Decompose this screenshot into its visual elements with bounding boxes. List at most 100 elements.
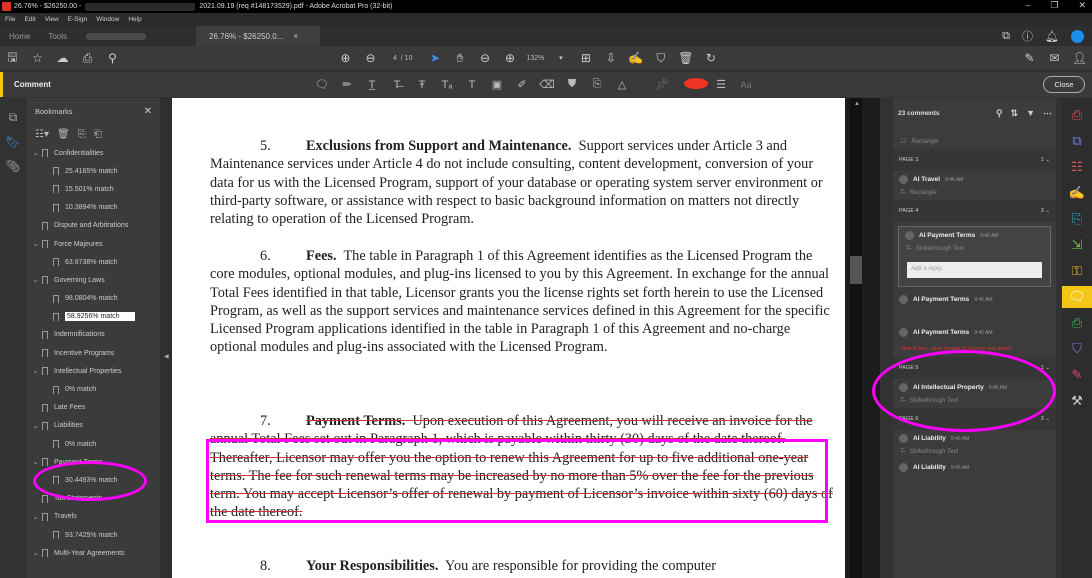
- comment-card[interactable]: AI Liability 9:46 AM T̶ Strikethrough Text: [893, 430, 1056, 459]
- fill-sign-icon[interactable]: ✍: [623, 51, 648, 65]
- replace-text-icon[interactable]: Ŧ: [410, 79, 434, 91]
- tab-home[interactable]: Home: [0, 26, 39, 46]
- comment-card[interactable]: AI Payment Terms 9:46 AM T̶ Strikethrough T…: [898, 226, 1051, 287]
- zoom-in-icon[interactable]: ⊕: [497, 51, 522, 65]
- comment-card[interactable]: AI Payment Terms 9:46 AM Text in box, upon…: [893, 324, 1056, 357]
- bookmark-item[interactable]: 10.3894% match: [27, 199, 160, 217]
- add-text-icon[interactable]: T: [460, 79, 484, 91]
- bookmark-item[interactable]: Indemnifications: [27, 326, 160, 344]
- redact-icon[interactable]: ✎: [1062, 364, 1092, 386]
- highlight-icon[interactable]: ✏: [335, 78, 359, 91]
- pencil-icon[interactable]: ✐: [510, 78, 534, 91]
- stamp-tool-icon[interactable]: ⛉: [648, 51, 673, 66]
- shapes-icon[interactable]: △: [610, 78, 634, 91]
- fill-sign-icon[interactable]: ✍: [1062, 182, 1092, 204]
- close-comment-button[interactable]: Close: [1043, 76, 1085, 93]
- menu-edit[interactable]: Edit: [24, 16, 35, 23]
- menu-file[interactable]: File: [5, 16, 15, 23]
- comment-card[interactable]: AI Payment Terms 9:46 AM ·: [893, 291, 1056, 324]
- bookmark-item[interactable]: Incentive Programs: [27, 344, 160, 362]
- strikethrough-text-icon[interactable]: T̶: [385, 79, 409, 91]
- close-window-button[interactable]: ✕: [1078, 0, 1086, 11]
- bookmarks-icon[interactable]: 🔖︎: [5, 135, 20, 149]
- eraser-icon[interactable]: ⌫: [535, 78, 559, 91]
- bookmark-item[interactable]: ⌄ Liabilities: [27, 417, 160, 435]
- close-bookmarks-icon[interactable]: ✕: [144, 106, 152, 117]
- sort-icon[interactable]: ⇅: [1011, 108, 1019, 119]
- search-comments-icon[interactable]: ⚲: [996, 108, 1003, 119]
- next-page-icon[interactable]: ⊖: [358, 51, 383, 65]
- comment-icon[interactable]: 🗨︎: [1062, 286, 1092, 308]
- page-section-header[interactable]: PAGE 6 3 ⌄: [893, 408, 1056, 430]
- menu-esign[interactable]: E-Sign: [68, 16, 88, 23]
- scroll-mode-icon[interactable]: ⇩: [598, 51, 623, 65]
- bookmark-item[interactable]: 98.0804% match: [27, 290, 160, 308]
- scroll-up-icon[interactable]: ▲: [854, 101, 860, 107]
- bookmark-item[interactable]: ⌄ Travels: [27, 508, 160, 526]
- stamp-icon[interactable]: ⛊: [560, 78, 584, 91]
- zoom-out-icon[interactable]: ⊖: [472, 51, 497, 65]
- page-section-header[interactable]: PAGE 5 1 ⌄: [893, 357, 1056, 379]
- more-options-icon[interactable]: ⋯: [1043, 108, 1052, 119]
- save-icon[interactable]: 🖫︎: [0, 48, 25, 69]
- menu-window[interactable]: Window: [96, 16, 119, 23]
- comment-card[interactable]: AI Travel 9:46 AM T̶ Rectangle: [893, 171, 1056, 200]
- attachments-icon[interactable]: 📎︎: [5, 159, 20, 173]
- email-icon[interactable]: ✉: [1042, 51, 1067, 65]
- page-section-header[interactable]: PAGE 4 3 ⌄: [893, 200, 1056, 222]
- bookmark-options-icon[interactable]: ☷▾: [35, 129, 49, 140]
- page-thumbnails-icon[interactable]: ⧉: [9, 110, 18, 125]
- request-signature-icon[interactable]: ⚿: [1062, 260, 1092, 282]
- expand-chevron-icon[interactable]: ⌄: [31, 276, 40, 284]
- rotate-icon[interactable]: ↻: [698, 51, 723, 65]
- compress-icon[interactable]: ⇲: [1062, 234, 1092, 256]
- bookmark-item[interactable]: ⌄ Force Majeures: [27, 235, 160, 253]
- create-pdf-icon[interactable]: ⧉: [1062, 130, 1092, 152]
- sticky-note-icon[interactable]: 🗨︎: [310, 78, 334, 91]
- reply-input[interactable]: Add a reply...: [907, 262, 1042, 278]
- expand-chevron-icon[interactable]: ⌄: [31, 367, 40, 375]
- bookmark-item[interactable]: Late Fees: [27, 399, 160, 417]
- pin-icon[interactable]: 📌︎: [650, 78, 674, 91]
- share-screen-icon[interactable]: ⧉: [1002, 30, 1010, 43]
- delete-icon[interactable]: 🗑︎: [673, 51, 698, 65]
- help-icon[interactable]: ⓘ: [1022, 28, 1033, 44]
- select-tool-icon[interactable]: ➤: [422, 51, 447, 65]
- protect-icon[interactable]: ⛉: [1062, 338, 1092, 360]
- zoom-dropdown-icon[interactable]: ▾: [548, 54, 573, 62]
- new-bookmark-icon[interactable]: ⎘: [78, 129, 86, 140]
- organize-pages-icon[interactable]: ☷: [1062, 156, 1092, 178]
- bookmark-item[interactable]: 25.4165% match: [27, 162, 160, 180]
- underline-text-icon[interactable]: T̲: [360, 79, 384, 91]
- text-box-icon[interactable]: ▣: [485, 78, 509, 91]
- line-weight-icon[interactable]: ☰: [709, 78, 733, 91]
- bookmark-star-icon[interactable]: ☆: [25, 51, 50, 65]
- tab-close-icon[interactable]: ×: [293, 32, 298, 41]
- bookmark-item[interactable]: ⌄ Confidentialities: [27, 144, 160, 162]
- panel-splitter[interactable]: ◀: [160, 98, 172, 578]
- document-scrollbar[interactable]: ▲: [845, 98, 880, 578]
- bookmark-item[interactable]: Tax Statements: [27, 490, 160, 508]
- paragraph-7-struck[interactable]: 7. Payment Terms. Upon execution of this …: [210, 412, 835, 522]
- color-picker[interactable]: [684, 77, 708, 92]
- bookmark-item[interactable]: ⌄ Intellectual Properties: [27, 362, 160, 380]
- user-avatar[interactable]: [1071, 29, 1084, 43]
- upload-cloud-icon[interactable]: ☁: [50, 51, 75, 65]
- tab-document[interactable]: 26.76% - $26250.0... ×: [196, 26, 320, 46]
- tab-redacted[interactable]: [86, 26, 186, 46]
- bookmark-item[interactable]: Dispute and Arbitrations: [27, 217, 160, 235]
- expand-chevron-icon[interactable]: ⌄: [31, 422, 40, 430]
- request-signature-icon[interactable]: ✎: [1017, 51, 1042, 65]
- find-icon[interactable]: ⚲: [100, 51, 125, 65]
- bookmark-item[interactable]: ⌄ Multi-Year Agreements: [27, 544, 160, 562]
- print-icon[interactable]: ⎙: [75, 51, 100, 66]
- page-number-input[interactable]: 4: [393, 55, 397, 62]
- bookmark-item[interactable]: ⌄ Governing Laws: [27, 271, 160, 289]
- new-bookmark-from-structure-icon[interactable]: ⎗: [94, 129, 102, 140]
- bookmark-item[interactable]: 0% match: [27, 435, 160, 453]
- menu-view[interactable]: View: [45, 16, 59, 23]
- restore-button[interactable]: ❐: [1050, 0, 1058, 11]
- print-production-icon[interactable]: ⎙: [1062, 312, 1092, 334]
- page-fit-icon[interactable]: ⊞: [573, 51, 598, 65]
- more-tools-icon[interactable]: ⚒: [1062, 390, 1092, 412]
